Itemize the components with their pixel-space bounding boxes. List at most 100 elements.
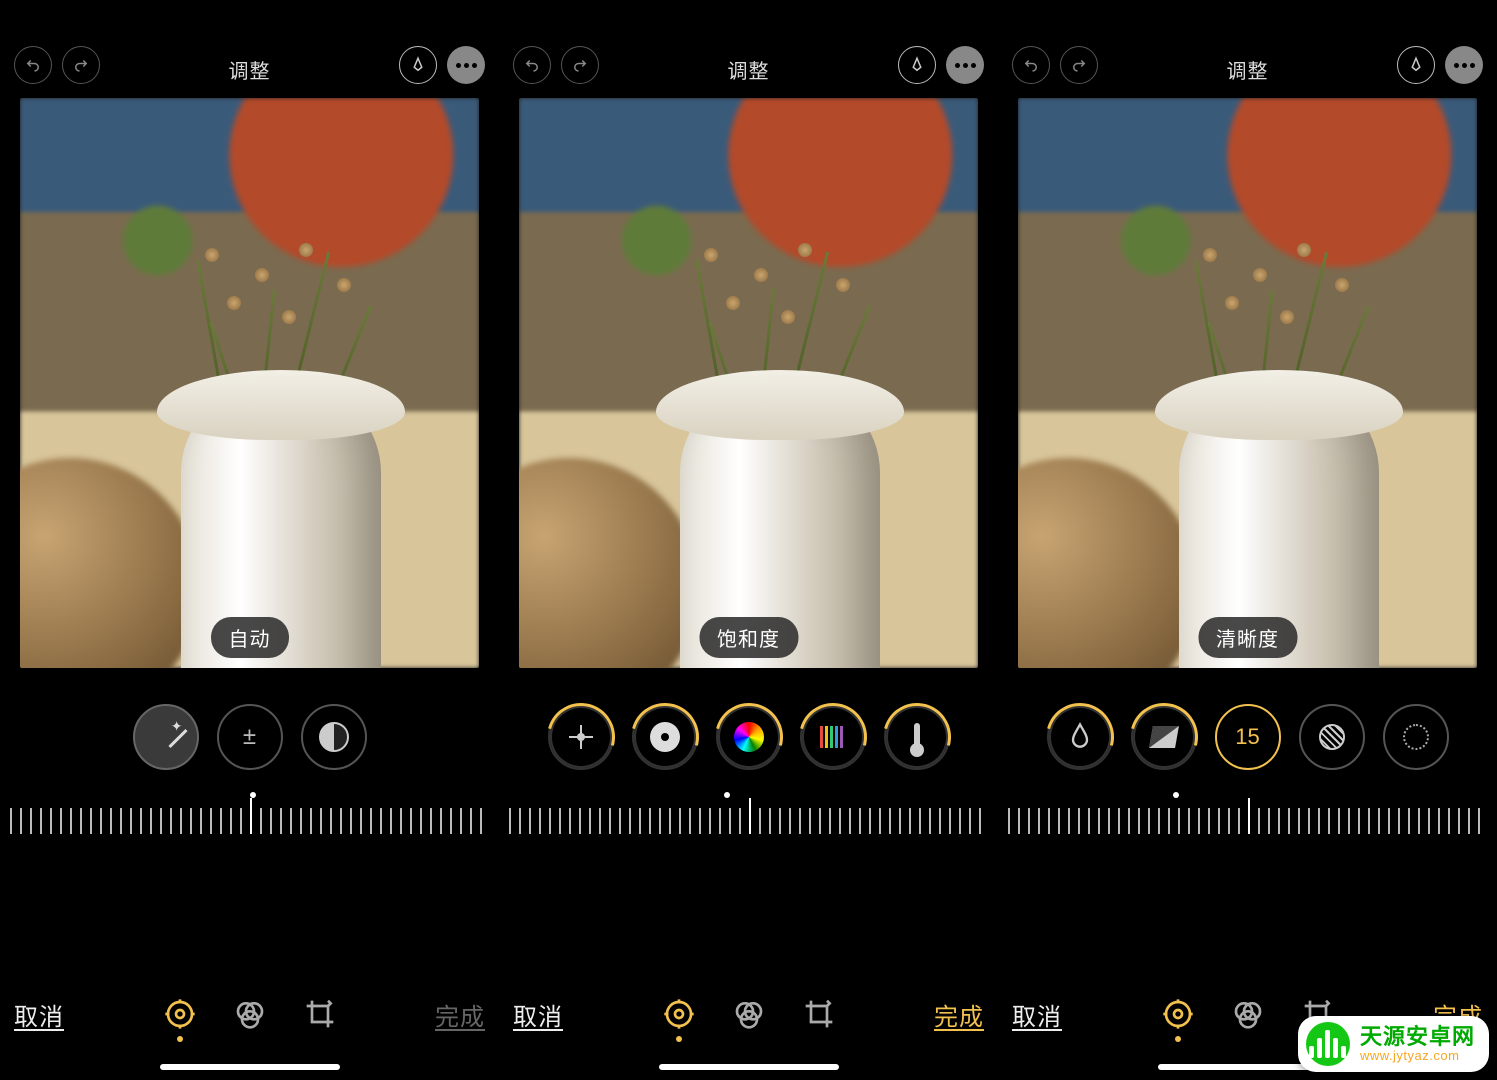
adjust-tab[interactable] [162, 996, 198, 1032]
sharpness-icon [1149, 726, 1179, 748]
filters-tab[interactable] [1230, 996, 1266, 1032]
redo-button[interactable] [561, 46, 599, 84]
top-bar: 调整 [499, 0, 998, 88]
markup-pen-icon [1407, 56, 1425, 74]
markup-pen-icon [409, 56, 427, 74]
done-button[interactable]: 完成 [435, 997, 485, 1032]
watermark-logo-icon [1306, 1022, 1350, 1066]
photo-preview[interactable]: 饱和度 [519, 98, 978, 668]
slider-center-mark [250, 798, 252, 834]
markup-button[interactable] [1397, 46, 1435, 84]
cancel-button[interactable]: 取消 [14, 997, 64, 1032]
editor-pane-2: 调整 清晰度 15 [998, 0, 1497, 1080]
adjustment-dial-row[interactable]: 15 [998, 692, 1497, 782]
screen-title: 调整 [1227, 55, 1269, 84]
dial-value: 15 [1235, 724, 1259, 750]
brilliance-dial[interactable] [548, 704, 614, 770]
cancel-button[interactable]: 取消 [513, 997, 563, 1032]
droplet-icon [1066, 721, 1094, 754]
redo-button[interactable] [1060, 46, 1098, 84]
slider-dot [1173, 792, 1179, 798]
ellipsis-icon [1454, 63, 1475, 68]
slider-center-mark [1248, 798, 1250, 834]
warmth-dial[interactable] [884, 704, 950, 770]
slider-center-mark [749, 798, 751, 834]
vibrance-icon [820, 726, 846, 748]
value-slider[interactable] [998, 788, 1497, 838]
more-button[interactable] [447, 46, 485, 84]
slider-dot [724, 792, 730, 798]
top-bar: 调整 [998, 0, 1497, 88]
redo-button[interactable] [62, 46, 100, 84]
undo-icon [523, 56, 541, 74]
highlights-dial[interactable] [632, 704, 698, 770]
crop-tab[interactable] [801, 996, 837, 1032]
crop-tab[interactable] [302, 996, 338, 1032]
tint-dial[interactable] [1047, 704, 1113, 770]
editor-pane-1: 调整 饱和度 [499, 0, 998, 1080]
crop-tab-icon [304, 998, 336, 1030]
bottom-bar: 取消 完成 [499, 964, 998, 1064]
editor-pane-0: 调整 自动 ± [0, 0, 499, 1080]
undo-icon [1022, 56, 1040, 74]
photo-preview[interactable]: 自动 [20, 98, 479, 668]
exposure-dial[interactable]: ± [217, 704, 283, 770]
crop-tab-icon [803, 998, 835, 1030]
undo-button[interactable] [1012, 46, 1050, 84]
cancel-button[interactable]: 取消 [1012, 997, 1062, 1032]
saturation-icon [734, 722, 764, 752]
markup-button[interactable] [898, 46, 936, 84]
value-slider[interactable] [0, 788, 499, 838]
filters-tab-icon [733, 998, 765, 1030]
filters-tab[interactable] [232, 996, 268, 1032]
adjustment-name-label: 自动 [211, 617, 289, 658]
redo-icon [571, 56, 589, 74]
brilliance-icon [577, 733, 585, 741]
watermark-url: www.jytyaz.com [1360, 1049, 1475, 1063]
noise-dial[interactable] [1299, 704, 1365, 770]
screen-title: 调整 [229, 55, 271, 84]
done-button[interactable]: 完成 [934, 997, 984, 1032]
markup-button[interactable] [399, 46, 437, 84]
adjustment-dial-row[interactable] [499, 692, 998, 782]
adjust-tab[interactable] [1160, 996, 1196, 1032]
photo-preview[interactable]: 清晰度 [1018, 98, 1477, 668]
value-slider[interactable] [499, 788, 998, 838]
noise-reduction-icon [1319, 724, 1345, 750]
contrast-dial[interactable] [301, 704, 367, 770]
warmth-icon [914, 723, 920, 751]
home-indicator[interactable] [659, 1064, 839, 1070]
bottom-bar: 取消 完成 [0, 964, 499, 1064]
highlights-icon [650, 722, 680, 752]
plus-minus-icon: ± [243, 723, 256, 751]
adjustment-dial-row[interactable]: ± [0, 692, 499, 782]
wand-dial[interactable] [133, 704, 199, 770]
filters-tab-icon [234, 998, 266, 1030]
redo-icon [72, 56, 90, 74]
more-button[interactable] [946, 46, 984, 84]
filters-tab-icon [1232, 998, 1264, 1030]
home-indicator[interactable] [160, 1064, 340, 1070]
watermark-badge: 天源安卓网 www.jytyaz.com [1298, 1016, 1489, 1072]
adjust-tab-icon [164, 998, 196, 1030]
vignette-dial[interactable] [1383, 704, 1449, 770]
markup-pen-icon [908, 56, 926, 74]
ellipsis-icon [955, 63, 976, 68]
adjustment-name-label: 饱和度 [699, 617, 798, 658]
vignette-icon [1403, 724, 1429, 750]
adjust-tab[interactable] [661, 996, 697, 1032]
redo-icon [1070, 56, 1088, 74]
filters-tab[interactable] [731, 996, 767, 1032]
undo-button[interactable] [513, 46, 551, 84]
adjustment-name-label: 清晰度 [1198, 617, 1297, 658]
adjust-tab-icon [1162, 998, 1194, 1030]
sharpness-dial[interactable] [1131, 704, 1197, 770]
undo-button[interactable] [14, 46, 52, 84]
saturation-dial[interactable] [716, 704, 782, 770]
definition-dial[interactable]: 15 [1215, 704, 1281, 770]
vibrance-dial[interactable] [800, 704, 866, 770]
more-button[interactable] [1445, 46, 1483, 84]
undo-icon [24, 56, 42, 74]
screen-title: 调整 [728, 55, 770, 84]
adjust-tab-icon [663, 998, 695, 1030]
